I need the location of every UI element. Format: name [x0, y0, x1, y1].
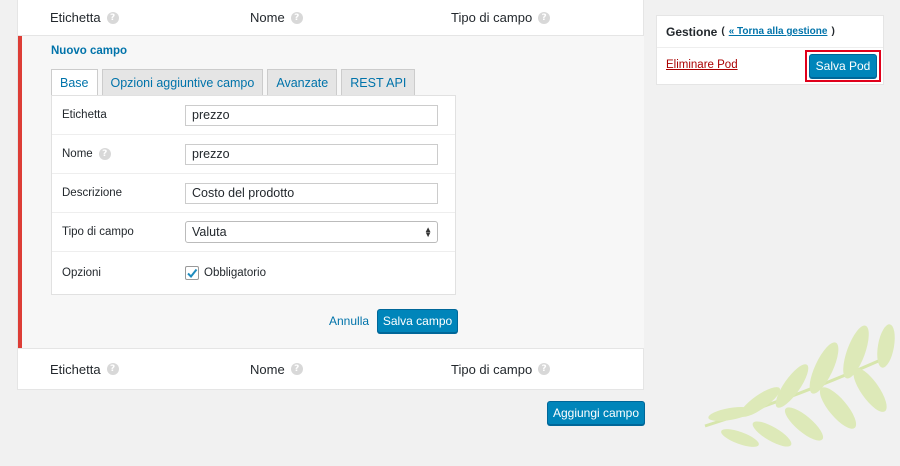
help-icon[interactable]: ?: [538, 11, 551, 24]
row-field-type: Tipo di campo Valuta ▲ ▼: [52, 213, 455, 252]
description-input[interactable]: [185, 182, 438, 204]
label-input[interactable]: [185, 104, 438, 126]
fields-header-top: Etichetta ? Nome ? Tipo di campo ?: [18, 0, 643, 36]
options-field-label: Opzioni: [62, 267, 101, 279]
row-options: Opzioni Obbligatorio: [52, 252, 455, 294]
checkmark-icon: [187, 268, 198, 279]
label-field-label: Etichetta: [62, 109, 107, 121]
help-icon[interactable]: ?: [106, 363, 119, 375]
tab-base[interactable]: Base: [51, 69, 98, 96]
management-box: Gestione (« Torna alla gestione) Elimina…: [656, 15, 884, 85]
col-name-footer: Nome ?: [250, 362, 303, 377]
edit-tabs: Base Opzioni aggiuntive campo Avanzate R…: [51, 69, 416, 96]
tab-advanced[interactable]: Avanzate: [267, 69, 338, 95]
leaf-decoration-icon: [704, 324, 895, 447]
row-name: Nome ?: [52, 135, 455, 174]
row-description: Descrizione: [52, 174, 455, 213]
col-type-header: Tipo di campo ?: [451, 10, 551, 25]
save-pod-button[interactable]: Salva Pod: [809, 54, 877, 78]
help-icon[interactable]: ?: [98, 148, 111, 160]
col-label-footer: Etichetta ?: [50, 362, 119, 377]
required-label: Obbligatorio: [204, 267, 267, 279]
management-header: Gestione (« Torna alla gestione): [657, 16, 883, 48]
col-name-header: Nome ?: [250, 10, 303, 25]
add-field-button[interactable]: Aggiungi campo: [547, 401, 645, 425]
type-field-label: Tipo di campo: [62, 226, 134, 238]
help-icon[interactable]: ?: [290, 363, 303, 375]
row-label: Etichetta: [52, 96, 455, 135]
name-field-label: Nome ?: [62, 148, 111, 160]
help-icon[interactable]: ?: [290, 11, 303, 24]
select-arrows-icon: ▲ ▼: [424, 225, 432, 239]
required-checkbox[interactable]: [185, 266, 199, 280]
name-input[interactable]: [185, 143, 438, 165]
tab-additional-options[interactable]: Opzioni aggiuntive campo: [101, 69, 264, 95]
delete-pod-link[interactable]: Eliminare Pod: [666, 59, 738, 71]
back-to-management-link[interactable]: « Torna alla gestione: [729, 26, 828, 37]
help-icon[interactable]: ?: [538, 363, 551, 375]
edit-title[interactable]: Nuovo campo: [51, 45, 127, 57]
field-type-select[interactable]: Valuta ▲ ▼: [185, 221, 438, 243]
fields-panel: Etichetta ? Nome ? Tipo di campo ? Nuovo…: [17, 0, 644, 390]
save-field-button[interactable]: Salva campo: [377, 309, 458, 333]
fields-header-bottom: Etichetta ? Nome ? Tipo di campo ?: [18, 348, 643, 389]
tab-rest-api[interactable]: REST API: [341, 69, 416, 95]
description-field-label: Descrizione: [62, 187, 123, 199]
col-type-footer: Tipo di campo ?: [451, 362, 551, 377]
basic-form: Etichetta Nome ? Descrizione Tipo di cam…: [51, 95, 456, 295]
field-edit-area: Nuovo campo Base Opzioni aggiuntive camp…: [18, 36, 644, 348]
cancel-link[interactable]: Annulla: [329, 314, 369, 328]
help-icon[interactable]: ?: [106, 11, 119, 24]
col-label-header: Etichetta ?: [50, 10, 119, 25]
